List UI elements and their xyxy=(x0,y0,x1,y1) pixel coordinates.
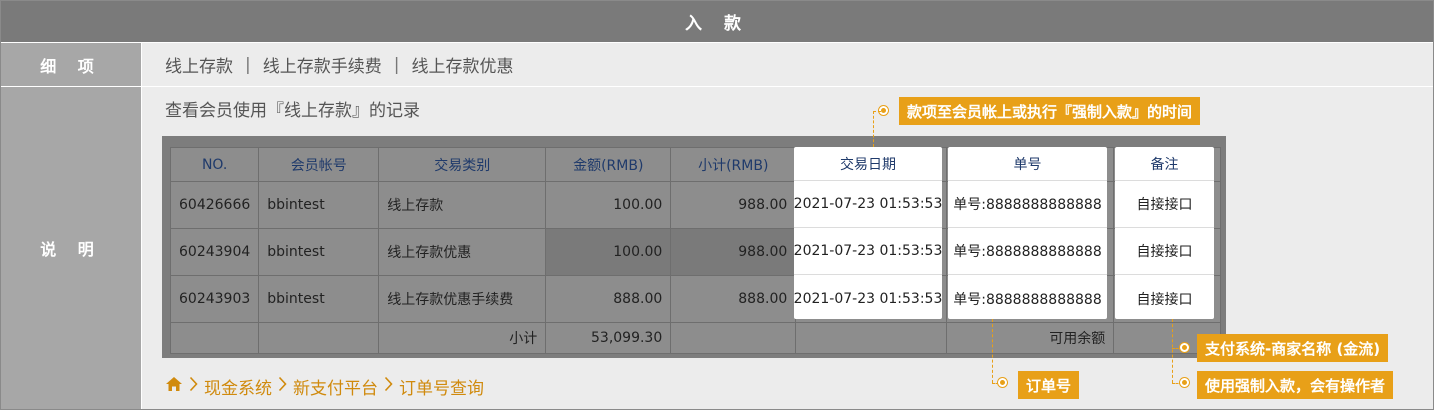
callout-merchant: 支付系统-商家名称 (金流) xyxy=(1197,334,1389,362)
breadcrumb-item-cash-system[interactable]: 现金系统 xyxy=(204,374,272,399)
cell-amount: 100.00 xyxy=(545,228,672,276)
detail-items: 线上存款 | 线上存款手续费 | 线上存款优惠 xyxy=(142,43,1433,86)
col-date: 交易日期 xyxy=(794,147,942,181)
cell-empty xyxy=(795,322,948,354)
cell-amount: 100.00 xyxy=(545,181,672,229)
cell-serial: 单号:8888888888888 xyxy=(948,228,1107,275)
cell-account: bbintest xyxy=(258,228,380,276)
leader-line xyxy=(1172,319,1173,383)
col-subtotal: 小计(RMB) xyxy=(670,147,797,182)
cell-note: 自接接口 xyxy=(1115,228,1214,275)
col-note: 备注 xyxy=(1115,147,1214,181)
cell-serial: 单号:8888888888888 xyxy=(948,181,1107,228)
cell-subtotal: 988.00 xyxy=(670,181,797,229)
breadcrumb: 现金系统 新支付平台 订单号查询 xyxy=(165,374,484,399)
col-no: NO. xyxy=(169,147,260,182)
cell-date: 2021-07-23 01:53:53 xyxy=(793,290,943,307)
description-text: 查看会员使用『线上存款』的记录 xyxy=(165,101,420,121)
available-balance-label: 可用余额 xyxy=(946,322,1115,354)
separator: | xyxy=(393,54,400,75)
cell-serial: 单号:8888888888888 xyxy=(953,291,1102,308)
cell-type: 线上存款 xyxy=(378,181,547,229)
subtotal-row: 小计 53,099.30 可用余额 xyxy=(169,322,1222,354)
separator: | xyxy=(245,54,251,75)
cell-type: 线上存款优惠手续费 xyxy=(378,275,547,323)
note-column-card: 备注 自接接口 自接接口 自接接口 xyxy=(1115,147,1214,319)
detail-item-deposit-promo: 线上存款优惠 xyxy=(411,57,514,77)
cell-empty xyxy=(258,322,380,354)
cell-date: 2021-07-23 01:53:53 xyxy=(794,228,942,275)
chevron-right-icon xyxy=(189,376,198,397)
callout-dot xyxy=(998,378,1007,387)
leader-line xyxy=(992,319,993,383)
leader-line xyxy=(873,111,881,112)
cell-subtotal: 888.00 xyxy=(670,275,797,323)
detail-item-deposit-fee: 线上存款手续费 xyxy=(262,57,382,77)
cell-note: 自接接口 xyxy=(1115,181,1214,228)
cell-subtotal: 988.00 xyxy=(670,228,797,276)
col-type: 交易类别 xyxy=(378,147,547,182)
home-icon[interactable] xyxy=(165,376,183,397)
cell-no: 60243904 xyxy=(169,228,260,276)
cell-type: 线上存款优惠 xyxy=(378,228,547,276)
callout-dot xyxy=(1180,378,1189,387)
cell-account: bbintest xyxy=(258,275,380,323)
breadcrumb-item-payment-platform[interactable]: 新支付平台 xyxy=(293,374,378,399)
cell-no: 60243903 xyxy=(169,275,260,323)
subtotal-label: 小计 xyxy=(378,322,547,354)
cell-date: 2021-07-23 01:53:53 xyxy=(794,181,942,228)
chevron-right-icon xyxy=(278,376,287,397)
detail-label: 细 项 xyxy=(1,43,141,86)
cell-note: 自接接口 xyxy=(1136,291,1193,308)
cell-empty xyxy=(169,322,260,354)
cell-no: 60426666 xyxy=(169,181,260,229)
callout-order: 订单号 xyxy=(1018,371,1080,399)
col-account: 会员帐号 xyxy=(258,147,380,182)
callout-date: 款项至会员帐上或执行『强制入款』的时间 xyxy=(899,97,1201,125)
breadcrumb-item-order-query[interactable]: 订单号查询 xyxy=(399,374,484,399)
col-amount: 金额(RMB) xyxy=(545,147,672,182)
serial-column-card: 单号 单号:8888888888888 单号:8888888888888 单号:… xyxy=(948,147,1107,319)
detail-item-online-deposit: 线上存款 xyxy=(165,57,233,77)
subtotal-value: 53,099.30 xyxy=(545,322,672,354)
leader-line xyxy=(873,111,874,147)
chevron-right-icon xyxy=(384,376,393,397)
description-label: 说 明 xyxy=(1,87,141,409)
page-title: 入 款 xyxy=(1,1,1433,42)
cell-empty xyxy=(670,322,797,354)
col-serial: 单号 xyxy=(948,147,1107,181)
date-column-card: 交易日期 2021-07-23 01:53:53 2021-07-23 01:5… xyxy=(794,147,942,319)
cell-account: bbintest xyxy=(258,181,380,229)
cell-amount: 888.00 xyxy=(545,275,672,323)
callout-dot xyxy=(1180,343,1189,352)
callout-operator: 使用强制入款，会有操作者 xyxy=(1197,371,1394,399)
